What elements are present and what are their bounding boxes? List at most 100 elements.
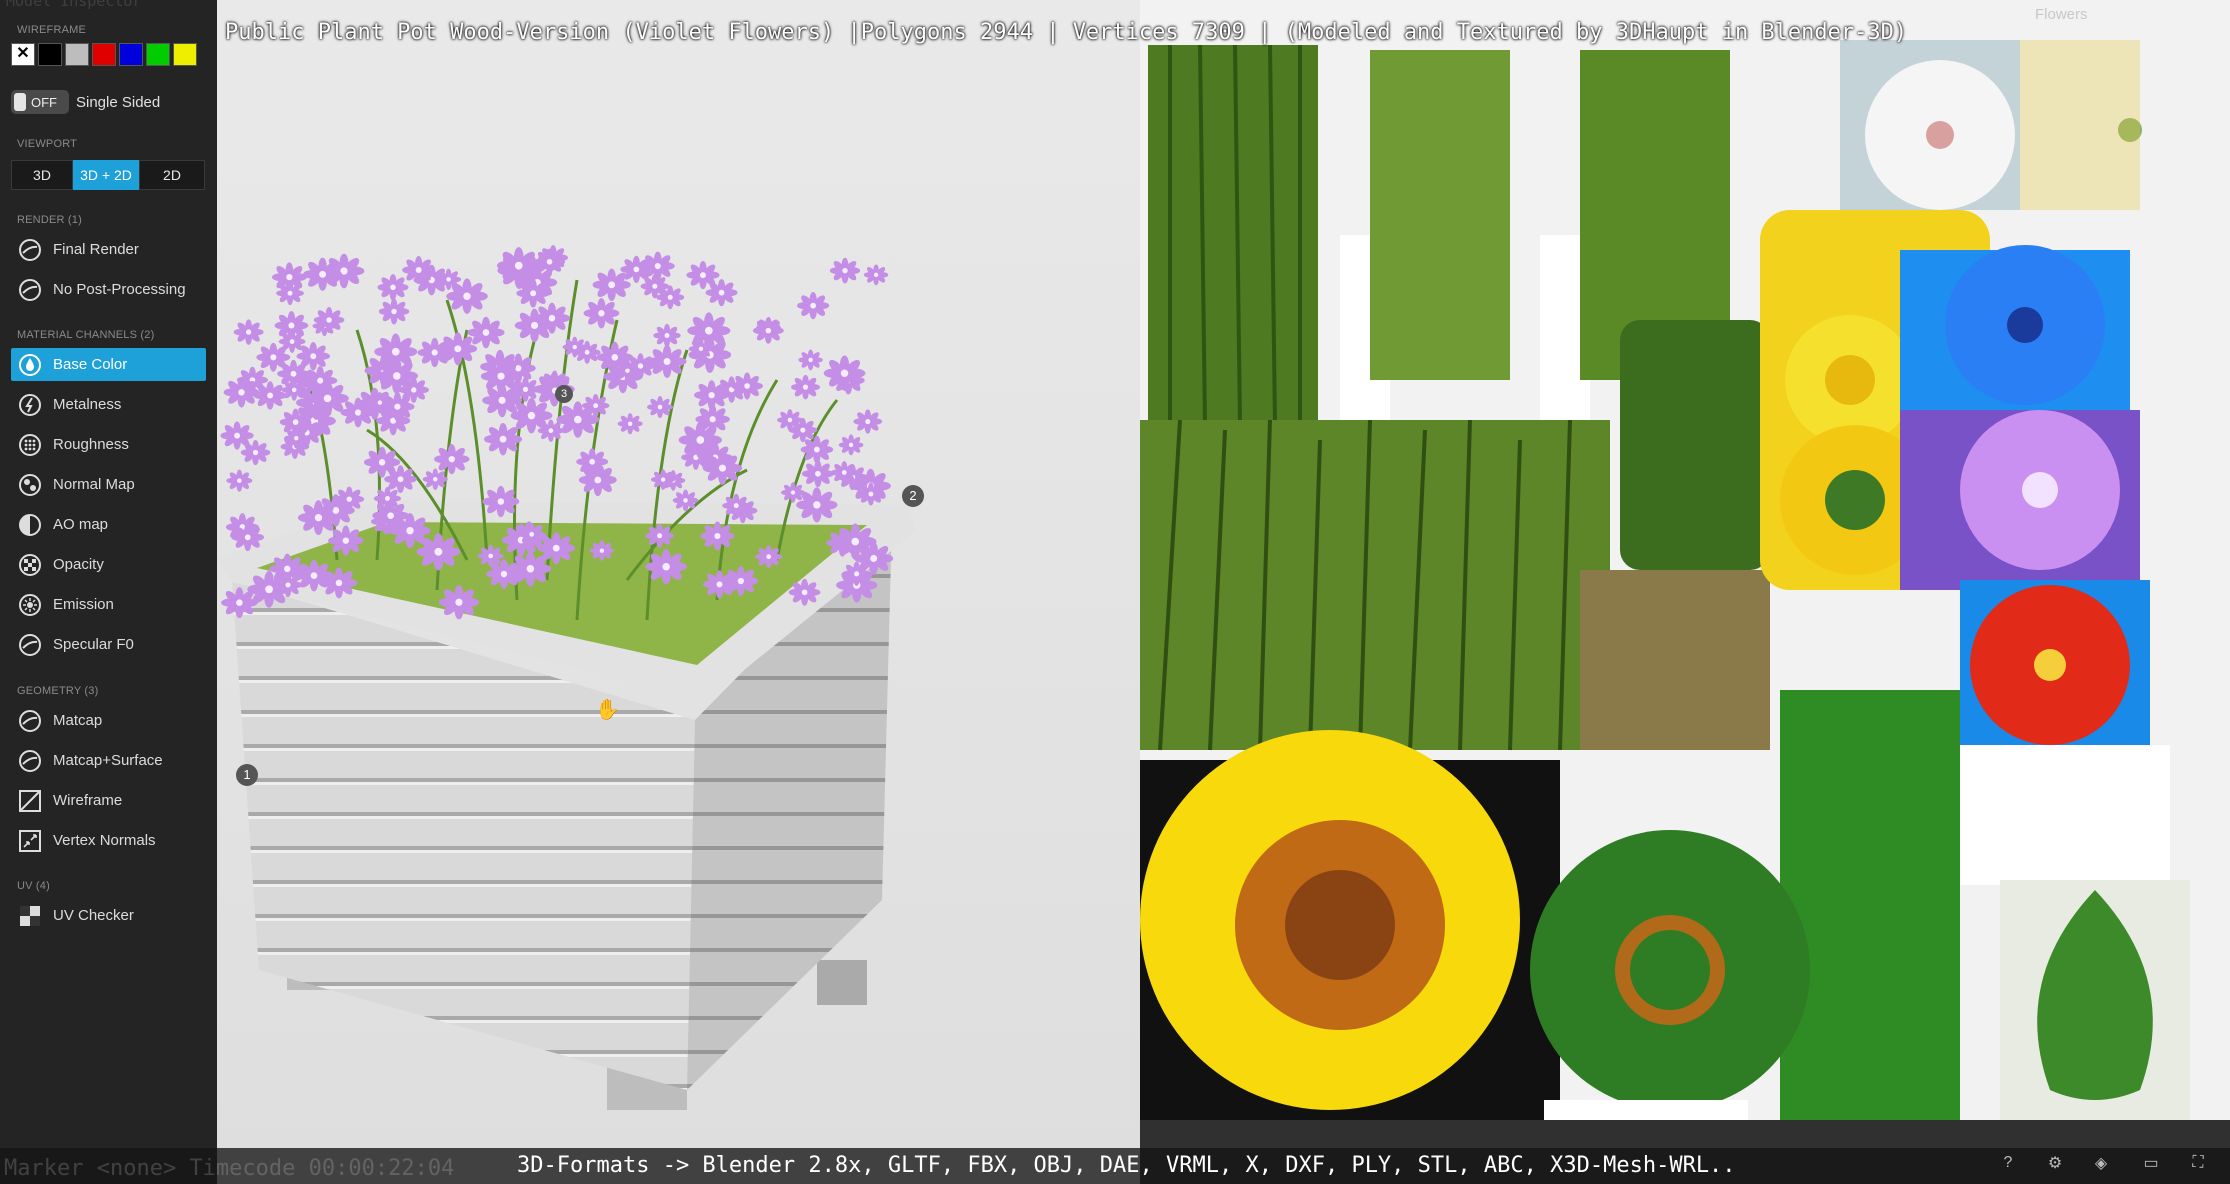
toggle-knob xyxy=(14,93,26,111)
channel-label: Normal Map xyxy=(53,476,135,493)
wireframe-color-gray[interactable] xyxy=(65,43,89,66)
annotation-3[interactable]: 3 xyxy=(555,385,573,403)
flower-blossom xyxy=(731,372,763,400)
flower-blossom xyxy=(256,342,291,372)
flower-blossom xyxy=(378,298,410,325)
annotation-2[interactable]: 2 xyxy=(902,485,924,507)
sphere-icon xyxy=(18,238,42,262)
violet-flowers xyxy=(220,245,894,620)
hand-cursor-icon: ✋ xyxy=(595,699,620,721)
render-item-label: No Post-Processing xyxy=(53,281,186,298)
channel-emission[interactable]: Emission xyxy=(11,588,206,621)
flower-blossom xyxy=(221,587,258,619)
flower-blossom xyxy=(700,521,735,551)
3d-viewport[interactable]: 1 2 3 ✋ xyxy=(217,0,1140,1184)
ghost-header-text: Model Inspector xyxy=(6,0,142,10)
flower-blossom xyxy=(829,257,861,284)
flower-blossom xyxy=(842,561,871,586)
flower-blossom xyxy=(501,523,541,557)
flower-blossom xyxy=(702,570,736,599)
flower-blossom xyxy=(863,264,889,286)
geometry-matcap-surface[interactable]: Matcap+Surface xyxy=(11,744,206,777)
wireframe-color-red[interactable] xyxy=(92,43,116,66)
flower-blossom xyxy=(777,409,803,431)
metalness-icon xyxy=(18,393,42,417)
flower-blossom xyxy=(705,279,738,307)
channel-ao-map[interactable]: AO map xyxy=(11,508,206,541)
flower-blossom xyxy=(596,341,634,373)
flower-blossom xyxy=(417,337,452,368)
flower-blossom xyxy=(223,377,260,408)
single-sided-label: Single Sided xyxy=(76,94,161,111)
flower-blossom xyxy=(233,319,264,345)
wireframe-color-none[interactable]: ✕ xyxy=(11,43,35,66)
flower-blossom xyxy=(556,401,600,438)
vertex-normals-icon xyxy=(18,829,42,853)
flower-blossom xyxy=(833,523,877,560)
channel-label: Specular F0 xyxy=(53,636,134,653)
flower-blossom xyxy=(620,255,653,283)
uv-section-label: UV (4) xyxy=(17,880,50,892)
geometry-wireframe[interactable]: Wireframe xyxy=(11,784,206,817)
flower-blossom xyxy=(791,374,820,400)
video-title-overlay: Public Plant Pot Wood-Version (Violet Fl… xyxy=(217,14,2230,54)
channel-roughness[interactable]: Roughness xyxy=(11,428,206,461)
viewport-3d-button[interactable]: 3D xyxy=(11,160,73,190)
channel-normal-map[interactable]: Normal Map xyxy=(11,468,206,501)
channel-opacity[interactable]: Opacity xyxy=(11,548,206,581)
wireframe-color-blue[interactable] xyxy=(119,43,143,66)
wireframe-color-black[interactable] xyxy=(38,43,62,66)
help-icon[interactable]: ? xyxy=(1995,1150,2021,1176)
uv-checker[interactable]: UV Checker xyxy=(11,899,206,932)
channel-label: AO map xyxy=(53,516,109,533)
ghost-timecode: Marker <none> Timecode 00:00:22:04 xyxy=(4,1156,455,1181)
layers-icon[interactable]: ◈ xyxy=(2088,1150,2114,1176)
channel-specular-f0[interactable]: Specular F0 xyxy=(11,628,206,661)
uv-texture-panel[interactable]: Flowers xyxy=(1140,0,2230,1184)
flower-blossom xyxy=(226,469,253,492)
flower-blossom xyxy=(695,404,730,434)
render-final-render[interactable]: Final Render xyxy=(11,233,206,266)
flower-blossom xyxy=(617,413,643,435)
channel-base-color[interactable]: Base Color xyxy=(11,348,206,381)
flower-blossom xyxy=(647,345,687,378)
flower-blossom xyxy=(303,257,343,291)
flower-blossom xyxy=(830,461,858,484)
wireframe-section-label: Wireframe xyxy=(17,24,87,36)
wireframe-color-yellow[interactable] xyxy=(173,43,197,66)
flower-blossom xyxy=(231,523,264,552)
texture-atlas xyxy=(1140,0,2230,1184)
geometry-section-label: Geometry (3) xyxy=(17,685,99,697)
settings-icon[interactable]: ⚙ xyxy=(2042,1150,2068,1176)
flower-blossom xyxy=(801,460,834,488)
flower-blossom xyxy=(518,523,545,546)
wireframe-color-green[interactable] xyxy=(146,43,170,66)
window-title: Public Plant Pot Wood-Version (Violet Fl… xyxy=(225,20,1908,45)
annotation-1[interactable]: 1 xyxy=(236,764,258,786)
viewport-2d-button[interactable]: 2D xyxy=(139,160,205,190)
flower-blossom xyxy=(434,444,470,475)
single-sided-toggle[interactable]: OFF xyxy=(11,90,69,114)
viewport-3d-2d-button[interactable]: 3D + 2D xyxy=(73,160,139,190)
material-section-label: Material Channels (2) xyxy=(17,329,155,341)
render-no-post-processing[interactable]: No Post-Processing xyxy=(11,273,206,306)
toggle-state: OFF xyxy=(31,95,57,110)
flower-blossom xyxy=(416,533,461,571)
geometry-vertex-normals[interactable]: Vertex Normals xyxy=(11,824,206,857)
flower-blossom xyxy=(253,381,287,410)
flower-blossom xyxy=(780,482,806,503)
fullscreen-icon[interactable]: ⛶ xyxy=(2185,1150,2211,1176)
ao-icon xyxy=(18,513,42,537)
geometry-matcap[interactable]: Matcap xyxy=(11,704,206,737)
flower-blossom xyxy=(592,268,631,302)
geometry-label: Wireframe xyxy=(53,792,123,809)
sun-icon xyxy=(18,593,42,617)
sphere-icon xyxy=(18,278,42,302)
flower-blossom xyxy=(363,446,401,478)
channel-metalness[interactable]: Metalness xyxy=(11,388,206,421)
flower-blossom xyxy=(438,585,480,620)
flower-blossom xyxy=(702,451,743,485)
vr-icon[interactable]: ▭ xyxy=(2138,1150,2164,1176)
flower-blossom xyxy=(334,486,365,512)
geometry-label: Matcap xyxy=(53,712,103,729)
